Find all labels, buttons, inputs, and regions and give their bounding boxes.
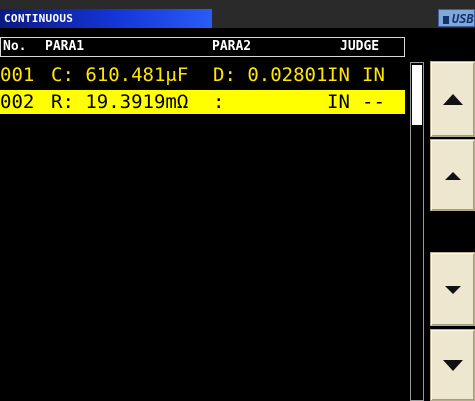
row-para1: R: 19.3919mΩ [51,91,189,113]
column-header-no: No. [3,39,27,54]
status-bar: CONTINUOUS USB [0,0,475,28]
scroll-up-button[interactable] [430,139,475,211]
usb-label: USB [452,12,474,26]
scrollbar-thumb[interactable] [412,65,422,125]
scroll-down-button[interactable] [430,252,475,326]
row-judge2: -- [362,91,385,113]
row-number: 002 [0,91,35,113]
page-up-button[interactable] [430,61,475,137]
row-judge2: IN [362,64,385,86]
row-para2: : [213,91,225,113]
mode-label: CONTINUOUS [0,9,212,28]
row-judge1: IN [327,91,350,113]
row-para1: C: 610.481μF [51,64,189,86]
page-down-button[interactable] [430,329,475,401]
results-list: 001 C: 610.481μF D: 0.02801 IN IN 002 R:… [0,62,405,114]
triangle-up-icon [444,172,461,180]
table-row[interactable]: 001 C: 610.481μF D: 0.02801 IN IN [0,62,405,88]
column-header-judge: JUDGE [340,39,380,54]
triangle-down-icon [442,360,463,371]
usb-icon [443,16,449,24]
table-row-selected[interactable]: 002 R: 19.3919mΩ : IN -- [0,90,405,114]
triangle-down-icon [444,286,461,294]
usb-indicator[interactable]: USB [438,9,475,27]
triangle-up-icon [442,94,463,105]
row-para2: D: 0.02801 [213,64,328,86]
scrollbar[interactable] [410,62,424,401]
column-header-para2: PARA2 [212,39,252,54]
row-judge1: IN [327,64,350,86]
column-header-para1: PARA1 [45,39,85,54]
table-header: No. PARA1 PARA2 JUDGE [0,37,405,57]
row-number: 001 [0,64,35,86]
